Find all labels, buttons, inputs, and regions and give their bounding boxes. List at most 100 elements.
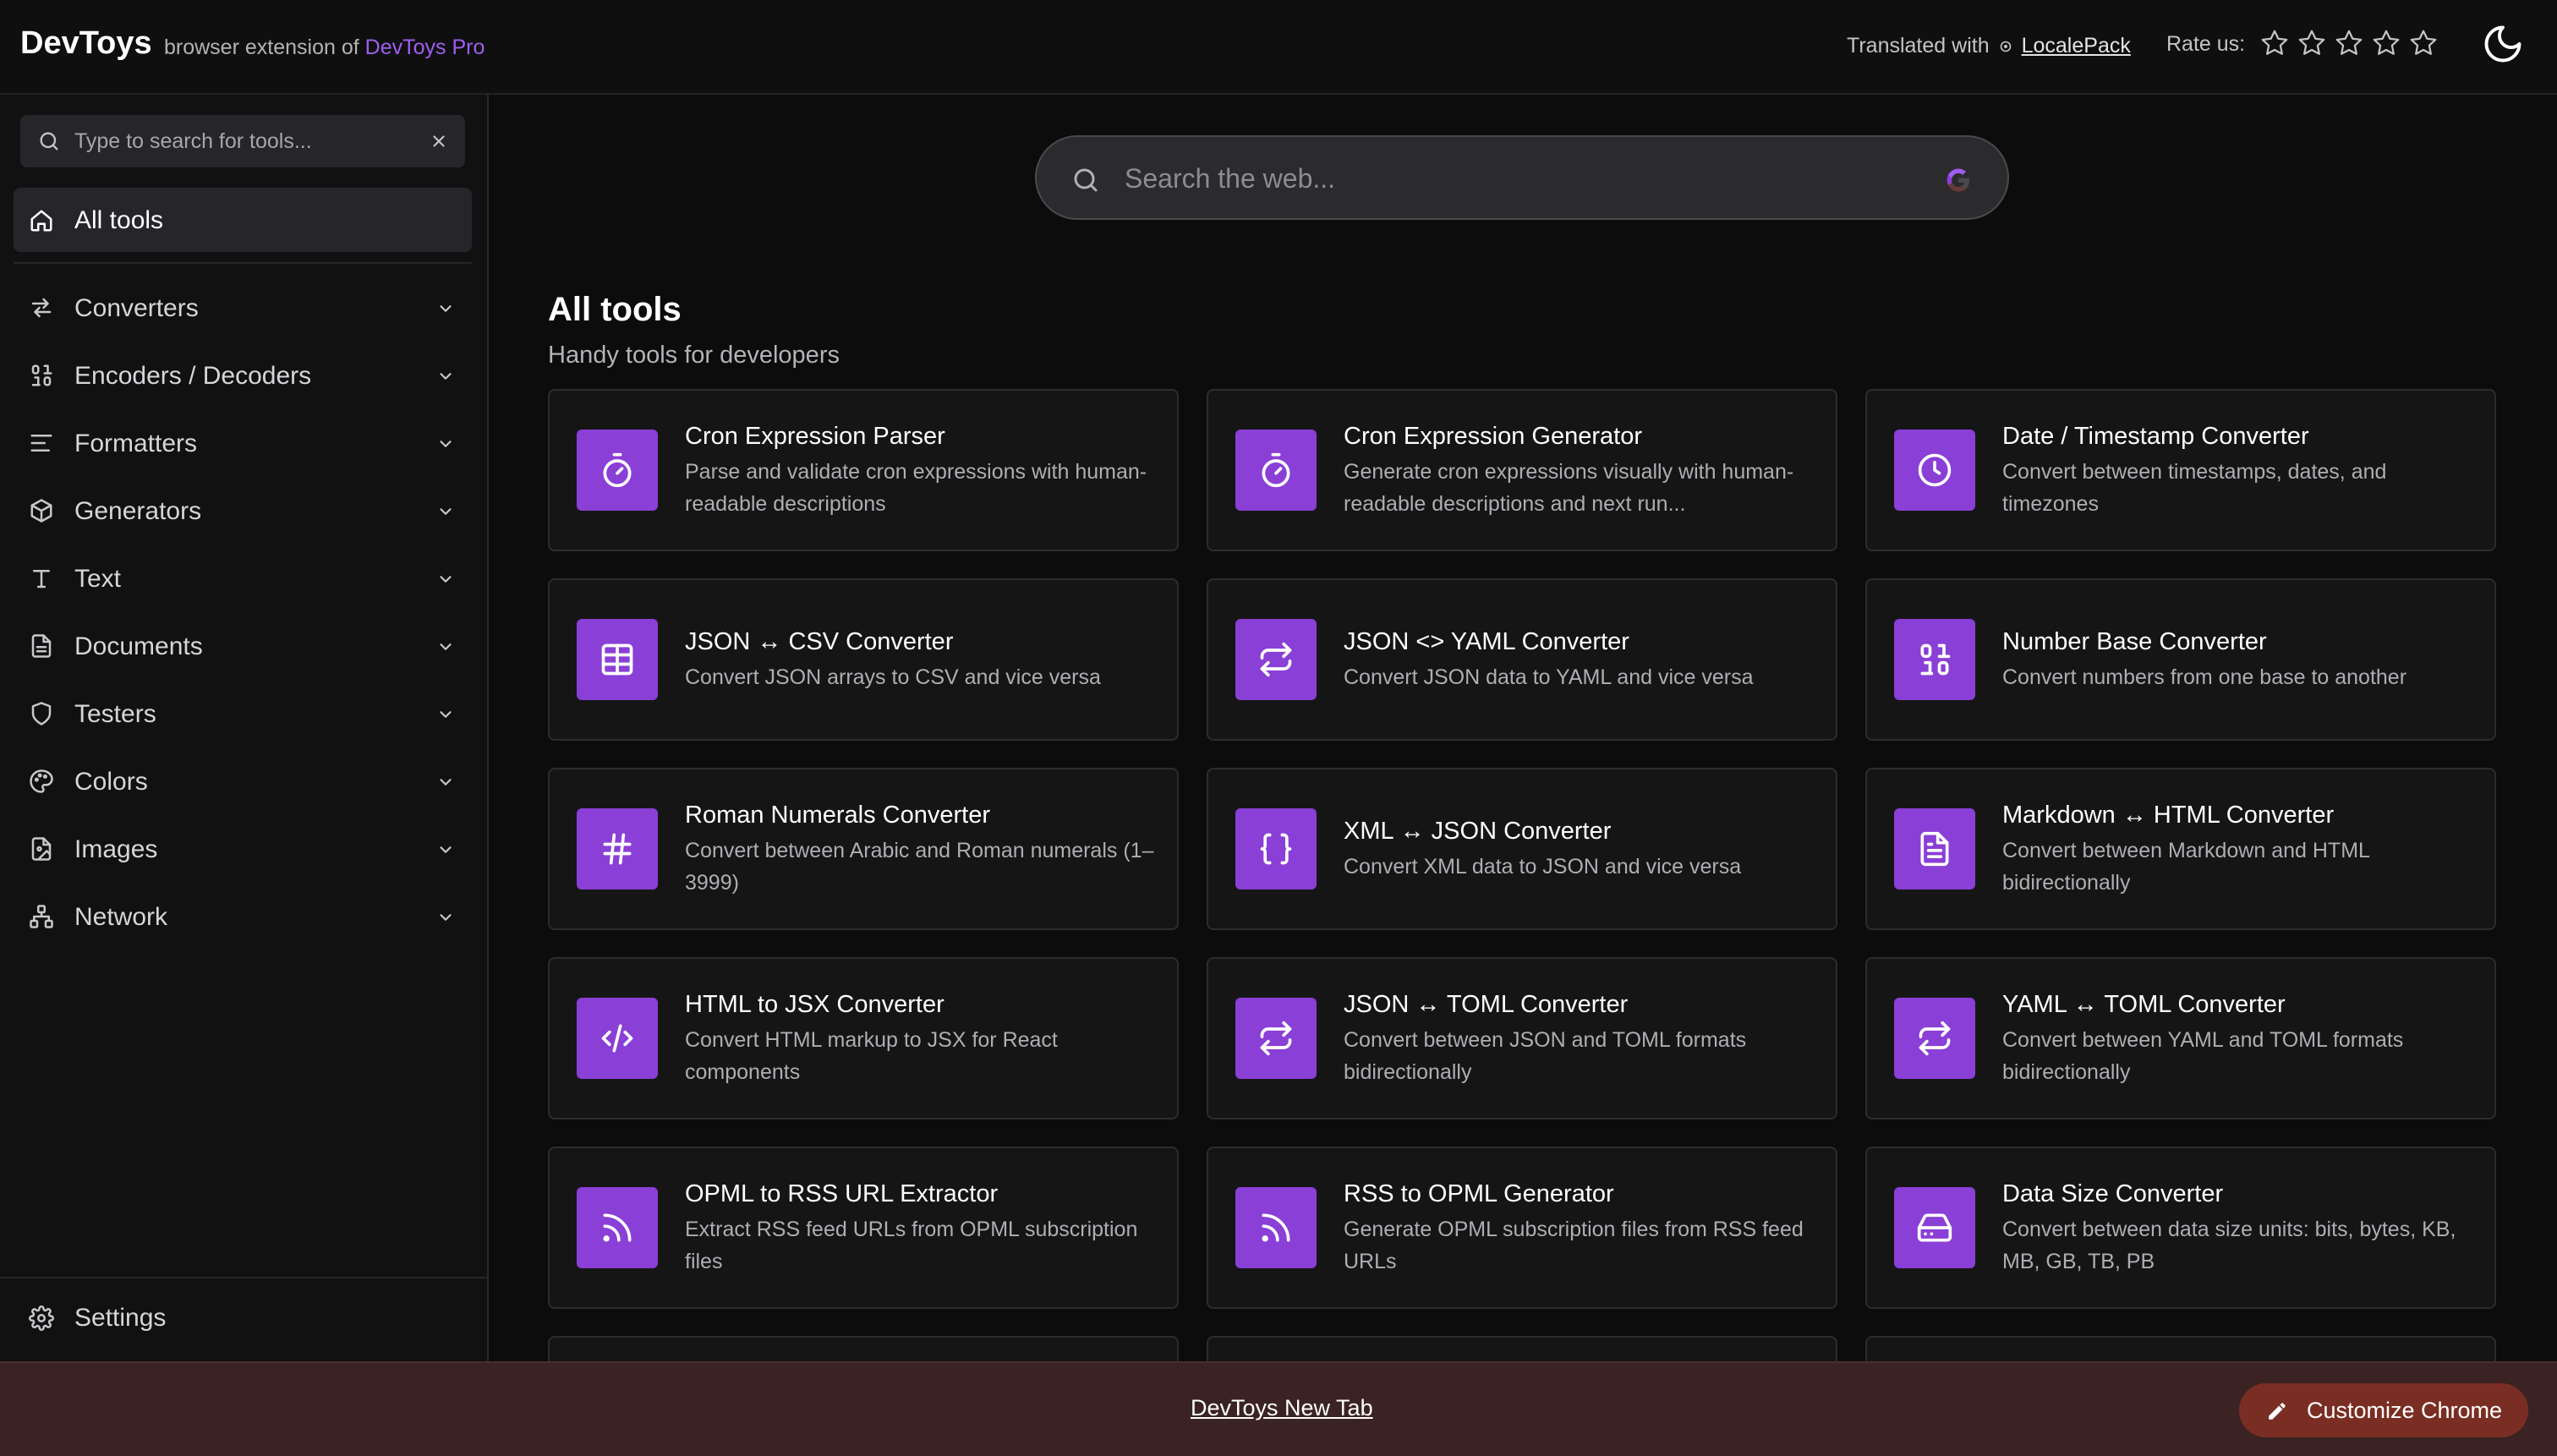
- tool-search-input[interactable]: [74, 125, 413, 157]
- tool-card-json-csv-converter[interactable]: JSON ↔ CSV Converter Convert JSON arrays…: [548, 578, 1179, 741]
- tool-icon-tile: [1894, 808, 1975, 889]
- tool-description: Extract RSS feed URLs from OPML subscrip…: [685, 1218, 1138, 1273]
- star-icon[interactable]: [2334, 28, 2364, 58]
- tool-icon-tile: [577, 808, 658, 889]
- tool-name: XML ↔ JSON Converter: [1344, 818, 1612, 845]
- hash-icon: [603, 833, 632, 865]
- page-subtitle: Handy tools for developers: [548, 342, 840, 369]
- tool-name: JSON ↔ CSV Converter: [685, 628, 954, 655]
- pencil-icon: [2269, 1403, 2286, 1420]
- tool-card-cron-expression-generator[interactable]: Cron Expression Generator Generate cron …: [1207, 389, 1837, 551]
- box-icon: [30, 499, 52, 523]
- sidebar-item-text[interactable]: Text: [14, 546, 472, 610]
- tool-name: JSON <> YAML Converter: [1344, 628, 1629, 655]
- star-icon[interactable]: [2297, 28, 2327, 58]
- sidebar-item-settings[interactable]: Settings: [14, 1285, 472, 1349]
- tool-card-opml-to-rss-url-extractor[interactable]: OPML to RSS URL Extractor Extract RSS fe…: [548, 1147, 1179, 1309]
- chevron-down-icon: [440, 914, 452, 921]
- tool-icon-tile: [1894, 430, 1975, 511]
- devtoys-new-tab-link[interactable]: DevToys New Tab: [1191, 1395, 1373, 1421]
- google-icon[interactable]: [1941, 163, 1975, 197]
- sidebar-item-label: All tools: [74, 206, 164, 234]
- sidebar-item-encoders-decoders[interactable]: Encoders / Decoders: [14, 343, 472, 408]
- align-left-icon: [30, 435, 52, 452]
- image-file-icon: [31, 837, 52, 861]
- search-icon: [40, 132, 58, 151]
- timer-icon: [1262, 452, 1290, 488]
- sidebar-item-label: Formatters: [74, 430, 198, 457]
- sidebar-item-label: Converters: [74, 294, 199, 322]
- customize-chrome-button[interactable]: Customize Chrome: [2239, 1383, 2528, 1437]
- tool-icon-tile: [577, 1187, 658, 1268]
- tool-card-markdown-html-converter[interactable]: Markdown ↔ HTML Converter Convert betwee…: [1865, 768, 2496, 930]
- chevron-down-icon: [440, 643, 452, 650]
- tool-icon-tile: [577, 998, 658, 1079]
- sidebar-item-network[interactable]: Network: [14, 884, 472, 949]
- hard-drive-icon: [1917, 1213, 1952, 1242]
- sidebar-item-formatters[interactable]: Formatters: [14, 411, 472, 475]
- repeat-icon: [1260, 642, 1292, 677]
- tool-card-rss-to-opml-generator[interactable]: RSS to OPML Generator Generate OPML subs…: [1207, 1147, 1837, 1309]
- chevron-down-icon: [440, 508, 452, 515]
- tool-name: OPML to RSS URL Extractor: [685, 1180, 999, 1207]
- sidebar-item-converters[interactable]: Converters: [14, 276, 472, 340]
- tool-name: Roman Numerals Converter: [685, 802, 991, 829]
- chevron-down-icon: [440, 441, 452, 447]
- sidebar-item-label: Generators: [74, 497, 202, 525]
- sidebar-item-label: Settings: [74, 1304, 167, 1332]
- tool-description: Convert between data size units: bits, b…: [2002, 1218, 2456, 1273]
- binary-icon: [1920, 643, 1951, 676]
- repeat-icon: [1919, 1021, 1951, 1056]
- shield-icon: [31, 702, 52, 725]
- tool-card-cron-expression-parser[interactable]: Cron Expression Parser Parse and validat…: [548, 389, 1179, 551]
- sidebar-item-testers[interactable]: Testers: [14, 681, 472, 746]
- customize-chrome-label: Customize Chrome: [2307, 1398, 2503, 1423]
- tool-card-number-base-converter[interactable]: Number Base Converter Convert numbers fr…: [1865, 578, 2496, 741]
- translated-label: Translated with: [1847, 34, 1990, 57]
- tool-card-json-yaml-converter[interactable]: JSON <> YAML Converter Convert JSON data…: [1207, 578, 1837, 741]
- tool-card-yaml-toml-converter[interactable]: YAML ↔ TOML Converter Convert between YA…: [1865, 957, 2496, 1119]
- star-icon[interactable]: [2408, 28, 2439, 58]
- moon-icon[interactable]: [2481, 22, 2525, 66]
- sidebar-item-documents[interactable]: Documents: [14, 614, 472, 678]
- star-icon[interactable]: [2371, 28, 2401, 58]
- rate-label: Rate us:: [2166, 32, 2246, 56]
- sidebar-item-generators[interactable]: Generators: [14, 479, 472, 543]
- tool-name: Cron Expression Generator: [1344, 423, 1642, 450]
- file-text-icon: [1920, 831, 1949, 867]
- chevron-down-icon: [440, 373, 452, 380]
- devtoys-pro-link[interactable]: DevToys Pro: [365, 36, 485, 59]
- sidebar-item-label: Colors: [74, 768, 148, 796]
- sidebar-item-all-tools[interactable]: All tools: [14, 188, 472, 252]
- tool-card-date-timestamp-converter[interactable]: Date / Timestamp Converter Convert betwe…: [1865, 389, 2496, 551]
- tool-icon-tile: [1894, 998, 1975, 1079]
- tool-description: Convert between JSON and TOML formats bi…: [1344, 1028, 1747, 1084]
- page-title: All tools: [548, 291, 682, 328]
- clock-icon: [1918, 453, 1952, 487]
- star-icon[interactable]: [2259, 28, 2290, 58]
- localepack-link[interactable]: LocalePack: [2022, 34, 2131, 58]
- tool-card-json-toml-converter[interactable]: JSON ↔ TOML Converter Convert between JS…: [1207, 957, 1837, 1119]
- tool-card-html-to-jsx-converter[interactable]: HTML to JSX Converter Convert HTML marku…: [548, 957, 1179, 1119]
- localepack-icon: [2000, 41, 2011, 52]
- chevron-down-icon: [440, 779, 452, 785]
- sidebar-item-label: Documents: [74, 632, 203, 660]
- document-icon: [31, 634, 52, 658]
- sidebar-item-label: Testers: [74, 700, 156, 728]
- tool-card-xml-json-converter[interactable]: XML ↔ JSON Converter Convert XML data to…: [1207, 768, 1837, 930]
- tool-name: YAML ↔ TOML Converter: [2002, 991, 2286, 1018]
- sidebar-item-images[interactable]: Images: [14, 817, 472, 881]
- tool-card-data-size-converter[interactable]: Data Size Converter Convert between data…: [1865, 1147, 2496, 1309]
- sidebar-item-label: Images: [74, 835, 158, 863]
- tool-icon-tile: [577, 619, 658, 700]
- web-search-input[interactable]: [1125, 159, 1886, 198]
- sidebar-item-colors[interactable]: Colors: [14, 749, 472, 813]
- header: DevToys browser extension of DevToys Pro…: [0, 0, 2557, 95]
- chevron-down-icon: [440, 576, 452, 583]
- translated-with: Translated with LocalePack: [1847, 34, 2131, 58]
- close-icon[interactable]: [430, 132, 448, 151]
- network-icon: [30, 905, 53, 928]
- rating-stars: [2259, 28, 2439, 58]
- tool-card-roman-numerals-converter[interactable]: Roman Numerals Converter Convert between…: [548, 768, 1179, 930]
- repeat-icon: [1260, 1021, 1292, 1056]
